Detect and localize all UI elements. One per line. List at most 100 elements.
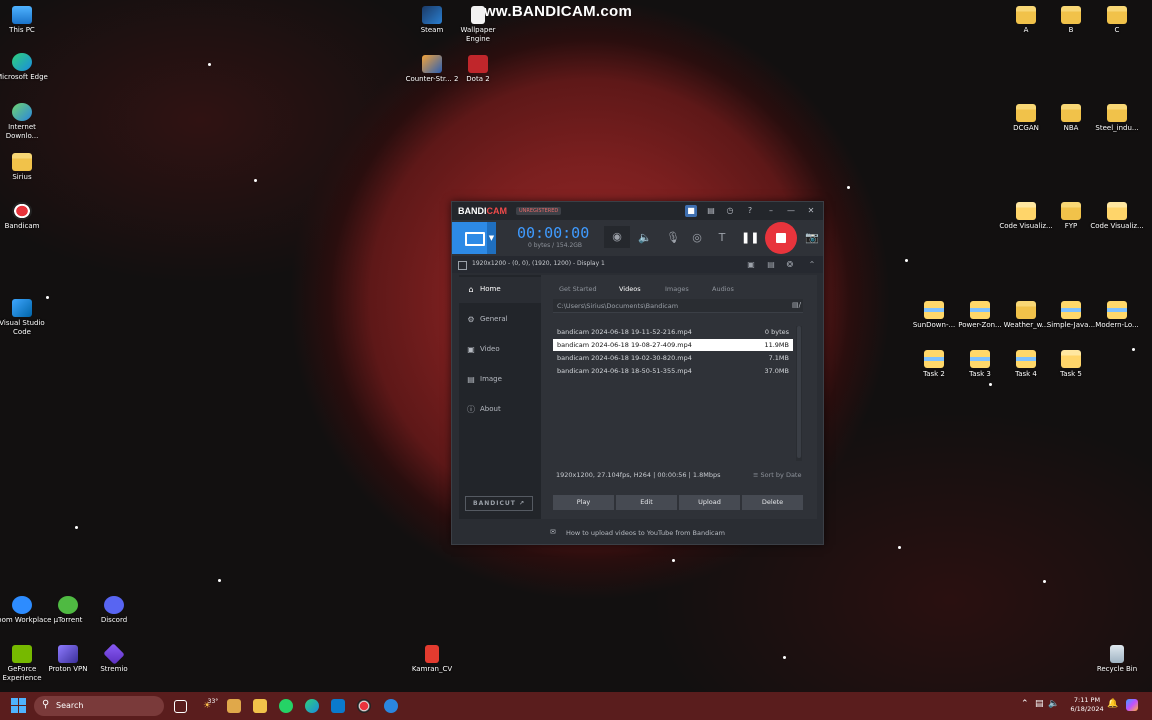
- desktop-icon-sirius[interactable]: Sirius: [0, 153, 52, 182]
- help-icon[interactable]: ?: [744, 205, 756, 217]
- desktop-icon-modern-lo[interactable]: Modern-Lo...: [1087, 301, 1147, 330]
- folder-icon: [1061, 104, 1081, 122]
- desktop-icon-folder-c[interactable]: C: [1087, 6, 1147, 35]
- desktop-icon-this-pc[interactable]: This PC: [0, 6, 52, 35]
- collapse-icon[interactable]: –: [765, 205, 777, 217]
- desktop-icon-dota[interactable]: Dota 2: [448, 55, 508, 84]
- screen-mode-button[interactable]: ▼: [452, 222, 496, 254]
- video-icon: ▣: [467, 345, 475, 354]
- video-icon[interactable]: ▣: [742, 257, 760, 273]
- pause-icon[interactable]: ❚❚: [741, 230, 759, 246]
- speaker-icon[interactable]: 🔈: [1048, 699, 1059, 709]
- file-explorer-icon[interactable]: [253, 699, 267, 713]
- desktop-icon-wallpaper-engine[interactable]: Wallpaper Engine: [448, 6, 508, 44]
- lock-icon[interactable]: ■: [685, 205, 697, 217]
- folder-open-icon[interactable]: ▤: [705, 205, 717, 217]
- edge-icon[interactable]: [305, 699, 319, 713]
- bandicut-button[interactable]: BANDICUT ↗: [465, 496, 533, 511]
- app-icon[interactable]: [384, 699, 398, 713]
- desktop-icon-task5[interactable]: Task 5: [1041, 350, 1101, 379]
- sidebar-item-home[interactable]: ⌂ Home: [459, 277, 541, 303]
- webcam-icon[interactable]: ◉: [604, 226, 630, 248]
- edge-icon: [12, 53, 32, 71]
- folder-icon: [1061, 350, 1081, 368]
- list-item-selected[interactable]: bandicam 2024-06-18 19-08-27-409.mp4 11.9…: [553, 339, 793, 351]
- tab-images[interactable]: Images: [665, 285, 689, 293]
- image-icon[interactable]: ▤: [762, 257, 780, 273]
- image-icon: ▤: [467, 375, 475, 384]
- desktop-icon-code-visualizer-2[interactable]: Code Visualiz...: [1087, 202, 1147, 231]
- speaker-icon[interactable]: 🔈: [636, 230, 654, 246]
- copilot-icon[interactable]: [1126, 699, 1138, 711]
- chevron-down-icon[interactable]: ▼: [487, 222, 496, 254]
- notification-bell-icon[interactable]: 🔔: [1107, 699, 1118, 709]
- desktop-icon-recycle-bin[interactable]: Recycle Bin: [1087, 645, 1147, 674]
- store-icon[interactable]: [227, 699, 241, 713]
- list-item[interactable]: bandicam 2024-06-18 18-50-51-355.mp4 37.0…: [553, 365, 793, 377]
- whatsapp-icon[interactable]: [279, 699, 293, 713]
- steam-icon: [422, 6, 442, 24]
- recording-timer: 00:00:00: [517, 224, 590, 242]
- folder-icon: [12, 153, 32, 171]
- desktop-icon-idm[interactable]: Internet Downlo...: [0, 103, 52, 141]
- title-bar[interactable]: BANDICAM UNREGISTERED ■ ▤ ◷ ? – — ✕: [452, 202, 823, 220]
- sort-by-date-button[interactable]: ≡ Sort by Date: [753, 471, 801, 479]
- desktop-icon-stremio[interactable]: Stremio: [84, 643, 144, 674]
- tab-get-started[interactable]: Get Started: [559, 285, 597, 293]
- vscode-icon[interactable]: [331, 699, 345, 713]
- recycle-bin-icon: [1110, 645, 1124, 663]
- star: [218, 579, 221, 582]
- star: [254, 179, 257, 182]
- folder-edit-icon[interactable]: ▤/: [792, 301, 801, 309]
- desktop-icon-edge[interactable]: Microsoft Edge: [0, 53, 52, 82]
- upload-button[interactable]: Upload: [679, 495, 740, 510]
- tab-audios[interactable]: Audios: [712, 285, 734, 293]
- mouse-effect-icon[interactable]: ◎: [688, 230, 706, 246]
- network-icon[interactable]: ▤: [1035, 699, 1044, 709]
- folder-icon: [1107, 301, 1127, 319]
- toolbar: ▼ 00:00:00 0 bytes / 154.2GB ◉ 🔈 🎙 ◎ T ❚…: [452, 220, 823, 256]
- chevron-up-icon[interactable]: ⌃: [1021, 699, 1029, 709]
- sidebar-item-video[interactable]: ▣ Video: [459, 337, 541, 363]
- clock-icon[interactable]: ◷: [724, 205, 736, 217]
- display-checkbox[interactable]: [458, 261, 467, 270]
- task-view-icon[interactable]: [174, 700, 187, 713]
- play-button[interactable]: Play: [553, 495, 614, 510]
- tab-videos[interactable]: Videos: [619, 285, 641, 293]
- file-actions: Play Edit Upload Delete: [553, 495, 805, 510]
- windows-start-icon[interactable]: [11, 698, 27, 714]
- sidebar: ⌂ Home ⚙ General ▣ Video ▤ Image ⓘ About BAND…: [459, 275, 541, 519]
- taskbar-clock[interactable]: 7:11 PM 6/18/2024: [1066, 696, 1108, 714]
- broadcast-icon[interactable]: ❂: [781, 257, 799, 273]
- minimize-icon[interactable]: —: [785, 205, 797, 217]
- counter-strike-icon: [422, 55, 442, 73]
- desktop-icon-discord[interactable]: Discord: [84, 596, 144, 625]
- sidebar-item-about[interactable]: ⓘ About: [459, 397, 541, 423]
- camera-icon[interactable]: 📷: [803, 230, 821, 246]
- desktop-icon-vscode[interactable]: Visual Studio Code: [0, 299, 52, 337]
- list-item[interactable]: bandicam 2024-06-18 19-11-52-216.mp4 0 by…: [553, 326, 793, 338]
- taskbar-search[interactable]: ⚲ Search: [34, 696, 164, 716]
- file-list-scrollbar[interactable]: [796, 326, 802, 461]
- microphone-icon[interactable]: 🎙: [664, 230, 682, 246]
- chat-icon: ✉: [550, 528, 556, 536]
- delete-button[interactable]: Delete: [742, 495, 803, 510]
- folder-icon: [1016, 350, 1036, 368]
- vscode-icon: [12, 299, 32, 317]
- desktop-icon-kamran-cv[interactable]: Kamran_CV: [402, 645, 462, 674]
- close-icon[interactable]: ✕: [805, 205, 817, 217]
- chevron-up-icon[interactable]: ⌃: [803, 257, 821, 273]
- bandicam-icon[interactable]: [357, 699, 371, 713]
- scrollbar-thumb[interactable]: [797, 326, 801, 458]
- text-overlay-icon[interactable]: T: [713, 230, 731, 246]
- sidebar-item-general[interactable]: ⚙ General: [459, 307, 541, 333]
- desktop-icon-steel[interactable]: Steel_indu...: [1087, 104, 1147, 133]
- home-icon: ⌂: [468, 285, 474, 294]
- weather-temp: 33°: [207, 698, 219, 705]
- list-item[interactable]: bandicam 2024-06-18 19-02-30-820.mp4 7.1M…: [553, 352, 793, 364]
- desktop-icon-bandicam[interactable]: Bandicam: [0, 202, 52, 231]
- sidebar-item-image[interactable]: ▤ Image: [459, 367, 541, 393]
- record-stop-button[interactable]: [765, 222, 797, 254]
- help-link[interactable]: ✉ How to upload videos to YouTube from B…: [452, 524, 823, 542]
- edit-button[interactable]: Edit: [616, 495, 677, 510]
